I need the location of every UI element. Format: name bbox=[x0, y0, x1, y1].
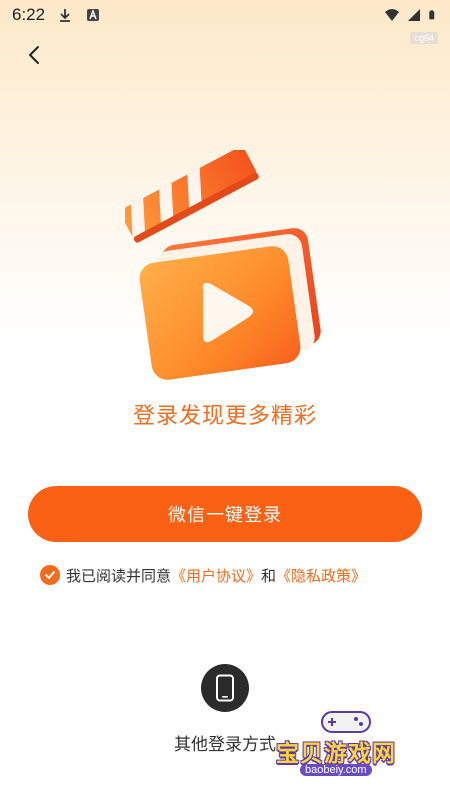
download-icon bbox=[60, 9, 71, 22]
page-title: 登录发现更多精彩 bbox=[132, 404, 317, 429]
check-icon bbox=[45, 571, 55, 579]
agreement-conjunction: 和 bbox=[261, 566, 277, 585]
wifi-icon bbox=[385, 9, 399, 21]
debug-tag: cg64 bbox=[410, 32, 438, 44]
phone-icon bbox=[216, 674, 234, 702]
app-notification-icon bbox=[87, 9, 100, 21]
watermark-logo: 宝贝游戏网 baobeiy.com bbox=[272, 706, 422, 791]
status-bar: 6:22 bbox=[0, 0, 450, 30]
agreement-checkbox[interactable] bbox=[40, 565, 60, 585]
wechat-login-button[interactable]: 微信一键登录 bbox=[28, 486, 422, 542]
watermark-title: 宝贝游戏网 bbox=[276, 741, 396, 767]
status-right bbox=[384, 7, 438, 23]
back-button[interactable] bbox=[22, 42, 46, 68]
clapperboard-video-illustration bbox=[125, 150, 321, 380]
privacy-policy-link[interactable]: 《隐私政策》 bbox=[276, 565, 366, 586]
other-login-button[interactable] bbox=[201, 664, 249, 712]
agreement-row: 我已阅读并同意 《用户协议》 和 《隐私政策》 bbox=[40, 563, 366, 587]
user-agreement-link[interactable]: 《用户协议》 bbox=[171, 565, 261, 586]
signal-icon bbox=[408, 9, 420, 21]
status-left: 6:22 bbox=[12, 5, 101, 25]
status-time: 6:22 bbox=[12, 5, 46, 24]
agreement-prefix: 我已阅读并同意 bbox=[66, 566, 172, 585]
gamepad-icon bbox=[321, 711, 371, 733]
watermark-url: baobeiy.com bbox=[300, 764, 372, 776]
battery-icon bbox=[429, 10, 435, 20]
chevron-left-icon bbox=[29, 46, 39, 64]
